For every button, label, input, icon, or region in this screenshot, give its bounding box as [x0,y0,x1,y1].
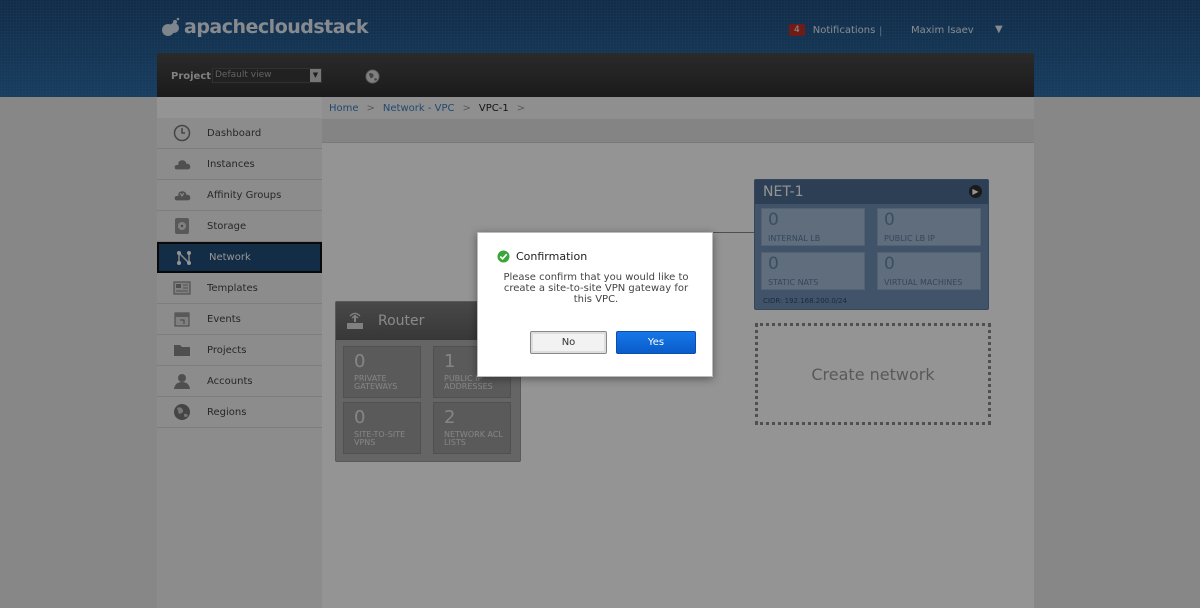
yes-button[interactable]: Yes [616,331,696,354]
dialog-title: Confirmation [516,250,588,263]
confirmation-dialog: Confirmation Please confirm that you wou… [477,232,713,377]
dialog-message: Please confirm that you would like to cr… [503,272,689,305]
no-button[interactable]: No [530,331,607,354]
check-circle-icon [497,250,510,263]
dialog-header: Confirmation [497,250,587,263]
